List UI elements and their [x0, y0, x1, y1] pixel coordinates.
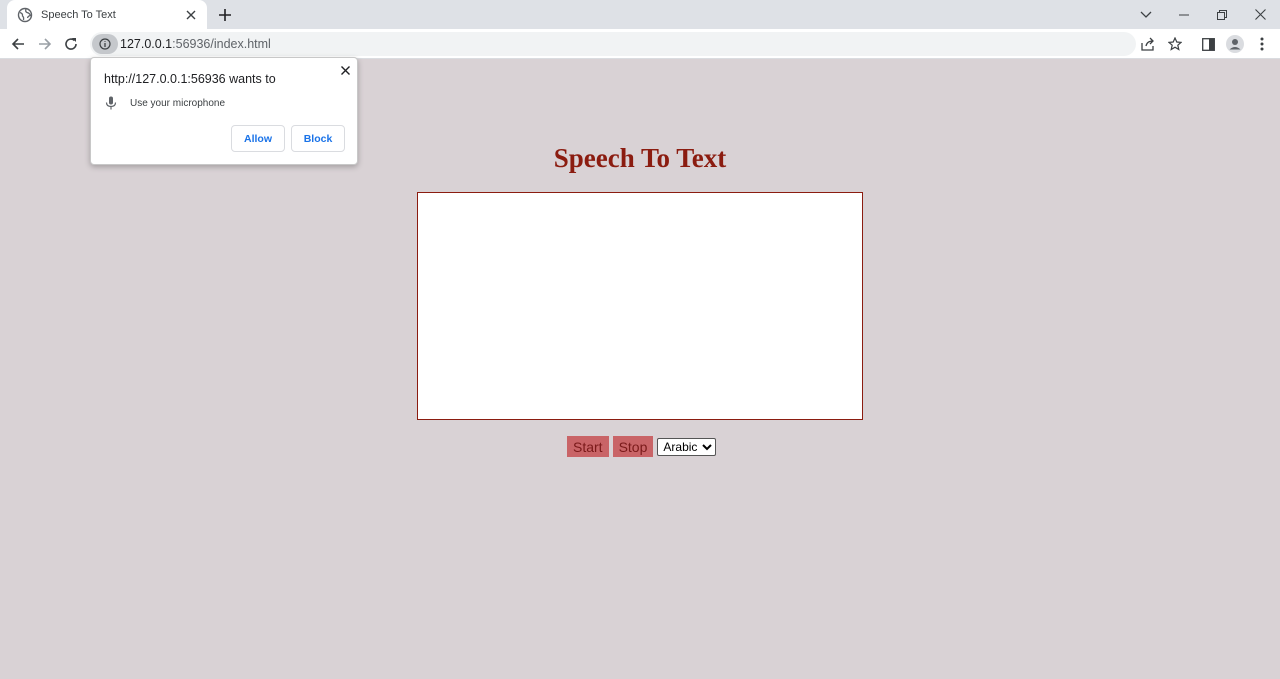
language-select[interactable]: Arabic — [657, 438, 717, 456]
reload-icon[interactable] — [59, 32, 83, 56]
address-bar[interactable]: 127.0.0.1:56936/index.html — [90, 32, 1136, 56]
browser-toolbar: 127.0.0.1:56936/index.html — [0, 29, 1280, 59]
profile-avatar-icon[interactable] — [1223, 32, 1247, 56]
side-panel-icon[interactable] — [1196, 32, 1220, 56]
bookmark-star-icon[interactable] — [1163, 32, 1187, 56]
permission-text: Use your microphone — [130, 97, 226, 109]
menu-kebab-icon[interactable] — [1250, 32, 1274, 56]
block-button[interactable]: Block — [291, 125, 345, 152]
url-path: :56936/index.html — [172, 37, 271, 51]
globe-icon — [17, 7, 33, 23]
permission-item: Use your microphone — [105, 96, 225, 110]
share-icon[interactable] — [1136, 32, 1160, 56]
stop-button[interactable]: Stop — [612, 436, 654, 457]
url-host: 127.0.0.1 — [120, 37, 173, 51]
permission-popup: http://127.0.0.1:56936 wants to Use your… — [90, 57, 358, 165]
tab-search-icon[interactable] — [1127, 0, 1165, 29]
restore-icon[interactable] — [1203, 0, 1241, 29]
start-button[interactable]: Start — [567, 436, 609, 457]
site-info-icon[interactable] — [92, 34, 118, 54]
allow-button[interactable]: Allow — [231, 125, 285, 152]
permission-title: http://127.0.0.1:56936 wants to — [104, 72, 276, 86]
tab-strip: Speech To Text — [0, 0, 1280, 29]
tab-speech-to-text[interactable]: Speech To Text — [7, 0, 207, 29]
url-text: 127.0.0.1:56936/index.html — [120, 37, 271, 51]
window-close-icon[interactable] — [1241, 0, 1279, 29]
minimize-icon[interactable] — [1165, 0, 1203, 29]
transcript-textarea[interactable] — [417, 192, 863, 420]
back-arrow-icon[interactable] — [6, 32, 30, 56]
tab-title: Speech To Text — [41, 8, 116, 21]
microphone-icon — [105, 96, 117, 110]
tab-close-icon[interactable] — [183, 7, 199, 23]
new-tab-button[interactable] — [214, 4, 236, 26]
popup-close-icon[interactable] — [338, 63, 352, 77]
forward-arrow-icon[interactable] — [33, 32, 57, 56]
controls-row: Start Stop Arabic — [567, 436, 717, 457]
